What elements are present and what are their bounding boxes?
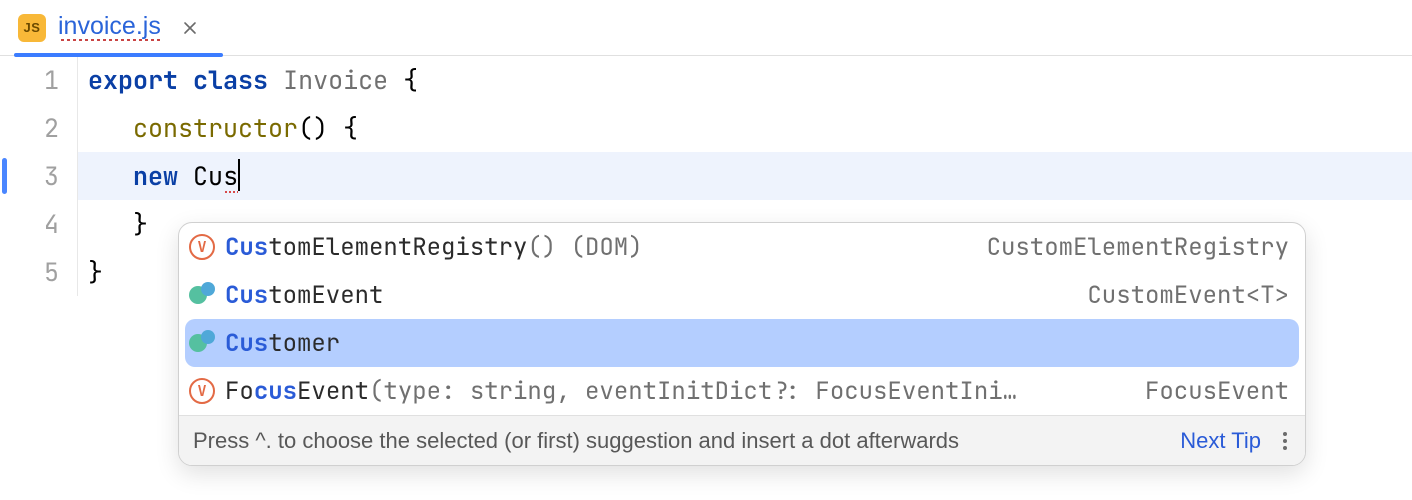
completion-type: CustomEvent<T> bbox=[1087, 280, 1289, 311]
tab-filename: invoice.js bbox=[58, 12, 161, 43]
tab-invoice-js[interactable]: JS invoice.js bbox=[14, 0, 213, 56]
code-line-active: new Cus bbox=[78, 152, 1412, 200]
completion-item[interactable]: V CustomElementRegistry() (DOM) CustomEl… bbox=[179, 223, 1305, 271]
code-line: export class Invoice { bbox=[88, 56, 1412, 104]
javascript-file-icon: JS bbox=[18, 14, 46, 42]
line-number: 5 bbox=[0, 248, 59, 296]
variable-icon: V bbox=[189, 234, 215, 260]
completion-item[interactable]: V FocusEvent(type: string, eventInitDict… bbox=[179, 367, 1305, 415]
class-icon bbox=[189, 330, 215, 356]
line-number: 4 bbox=[0, 200, 59, 248]
completion-item[interactable]: CustomEvent CustomEvent<T> bbox=[179, 271, 1305, 319]
code-line: constructor() { bbox=[88, 104, 1412, 152]
completion-item-selected[interactable]: Customer bbox=[185, 319, 1299, 367]
class-icon bbox=[189, 282, 215, 308]
code-completion-popup: V CustomElementRegistry() (DOM) CustomEl… bbox=[178, 222, 1306, 466]
footer-tip-text: Press ^. to choose the selected (or firs… bbox=[193, 428, 1162, 454]
more-options-icon[interactable] bbox=[1279, 428, 1291, 454]
completion-footer: Press ^. to choose the selected (or firs… bbox=[179, 415, 1305, 465]
completion-type: FocusEvent bbox=[1145, 376, 1289, 407]
line-number: 2 bbox=[0, 104, 59, 152]
line-number: 3 bbox=[0, 152, 59, 200]
next-tip-link[interactable]: Next Tip bbox=[1180, 428, 1261, 454]
editor-tab-bar: JS invoice.js bbox=[0, 0, 1412, 56]
variable-icon: V bbox=[189, 378, 215, 404]
close-tab-icon[interactable] bbox=[181, 19, 199, 37]
text-cursor bbox=[238, 159, 240, 191]
line-number-gutter: 1 2 3 4 5 bbox=[0, 56, 78, 296]
line-number: 1 bbox=[0, 56, 59, 104]
completion-type: CustomElementRegistry bbox=[987, 232, 1289, 263]
